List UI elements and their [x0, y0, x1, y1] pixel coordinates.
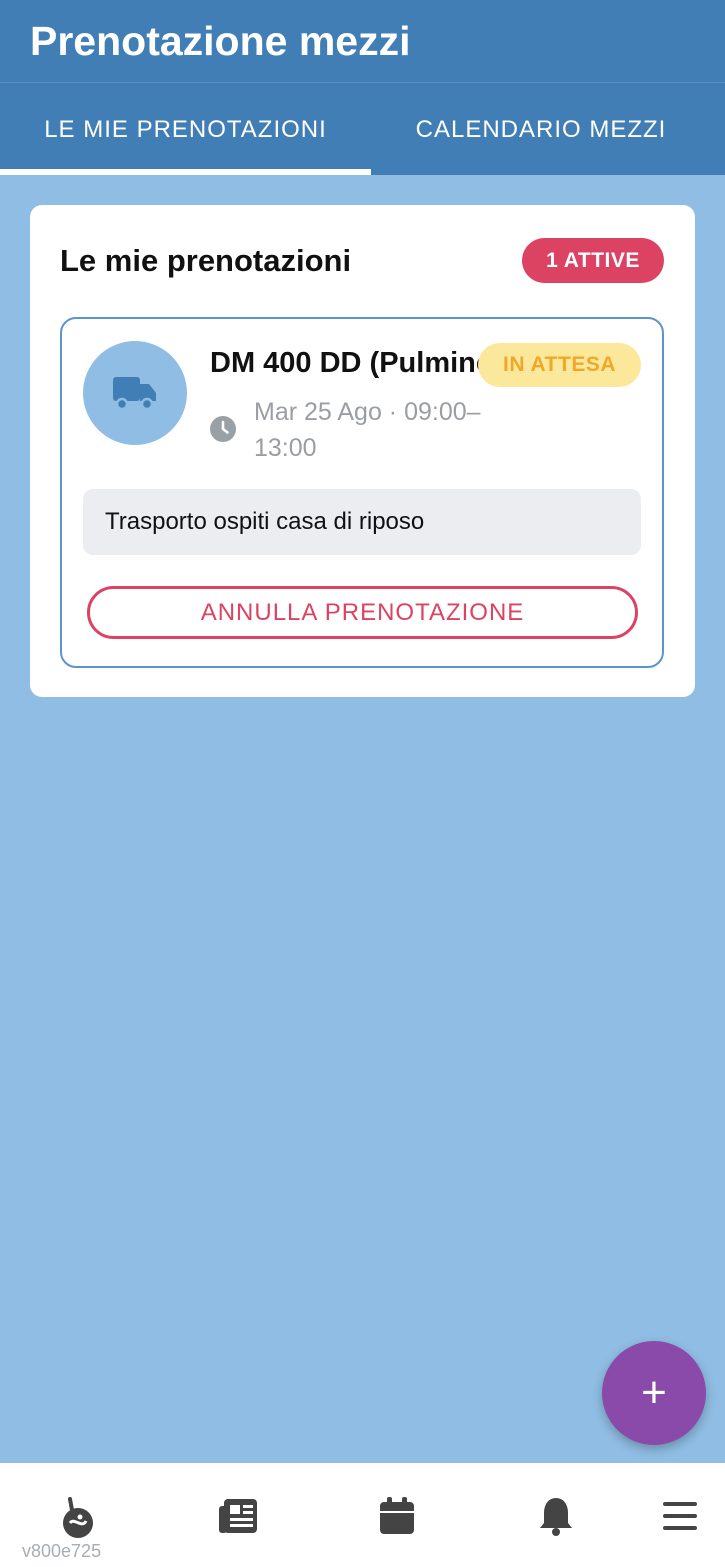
menu-icon[interactable]	[655, 1491, 705, 1541]
clock-icon	[210, 416, 236, 442]
app-header: Prenotazione mezzi	[0, 0, 725, 82]
bottom-nav: v800e725	[0, 1463, 725, 1567]
booking-time-line2: 13:00	[254, 434, 317, 462]
bookings-panel: Le mie prenotazioni 1 ATTIVE DM 400 DD (…	[30, 205, 695, 697]
truck-icon	[113, 377, 156, 411]
active-count-badge: 1 ATTIVE	[522, 238, 664, 283]
tab-my-bookings[interactable]: LE MIE PRENOTAZIONI	[0, 83, 371, 176]
vehicle-name: DM 400 DD (Pulmino)	[210, 347, 480, 379]
news-icon[interactable]	[213, 1491, 263, 1541]
page-title: Prenotazione mezzi	[30, 18, 411, 64]
booking-note: Trasporto ospiti casa di riposo	[83, 489, 641, 555]
cancel-booking-button[interactable]: ANNULLA PRENOTAZIONE	[87, 586, 638, 639]
booking-time-line1: Mar 25 Ago · 09:00–	[254, 398, 481, 426]
panel-title: Le mie prenotazioni	[60, 243, 352, 278]
booking-time: Mar 25 Ago · 09:00– 13:00	[254, 394, 514, 466]
app-version: v800e725	[22, 1541, 102, 1561]
calendar-icon[interactable]	[372, 1491, 422, 1541]
add-booking-button[interactable]: +	[602, 1341, 706, 1445]
active-tab-indicator	[0, 169, 371, 175]
bell-icon[interactable]	[531, 1491, 581, 1541]
home-icon[interactable]	[53, 1491, 103, 1541]
booking-card[interactable]: DM 400 DD (Pulmino) IN ATTESA Mar 25 Ago…	[60, 317, 664, 668]
vehicle-avatar	[83, 341, 187, 445]
tab-bar: LE MIE PRENOTAZIONI CALENDARIO MEZZI	[0, 82, 725, 175]
tab-vehicle-calendar[interactable]: CALENDARIO MEZZI	[371, 83, 711, 176]
status-badge: IN ATTESA	[478, 343, 641, 387]
